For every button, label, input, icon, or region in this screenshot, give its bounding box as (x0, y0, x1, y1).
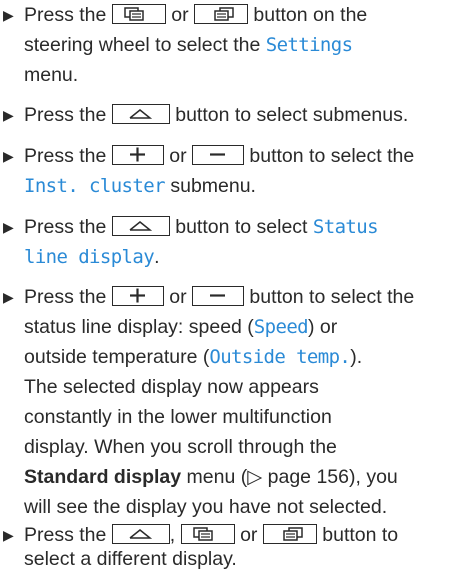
home-icon (129, 220, 152, 231)
page-forward-button (193, 3, 248, 24)
bullet-icon: ▶ (3, 289, 14, 305)
plus-button (111, 144, 164, 165)
bullet-icon: ▶ (3, 527, 14, 543)
menu-term-outside-temp: Outside temp. (209, 346, 351, 368)
home-icon (129, 108, 152, 119)
menu-term-status: Status (312, 216, 379, 238)
page-back-button (111, 3, 166, 24)
bullet-icon: ▶ (3, 107, 14, 123)
home-button (111, 215, 170, 236)
menu-term-settings: Settings (265, 34, 353, 56)
plus-icon (129, 288, 145, 303)
plus-icon (129, 147, 145, 162)
minus-button (191, 285, 244, 306)
home-icon (129, 528, 152, 539)
page-forward-icon (214, 7, 234, 21)
menu-term-speed: Speed (253, 316, 309, 338)
home-button (111, 103, 170, 124)
bullet-icon: ▶ (3, 219, 14, 235)
bullet-icon: ▶ (3, 7, 14, 23)
minus-icon (209, 294, 225, 297)
minus-button (191, 144, 244, 165)
standard-display-term: Standard display (24, 466, 182, 488)
bullet-icon: ▶ (3, 148, 14, 164)
minus-icon (209, 153, 225, 156)
instruction-page: ▶ Press the or button on the steering wh… (3, 3, 415, 570)
page-forward-icon (283, 527, 303, 541)
page-reference-icon: ▷ (247, 466, 263, 488)
page-back-icon (124, 7, 144, 21)
menu-term-inst-cluster: Inst. cluster (24, 175, 166, 197)
home-button (111, 523, 170, 544)
page-forward-button (262, 523, 317, 544)
page-back-button (180, 523, 235, 544)
menu-term-line-display: line display (24, 246, 155, 268)
plus-button (111, 285, 164, 306)
page-back-icon (192, 527, 213, 541)
